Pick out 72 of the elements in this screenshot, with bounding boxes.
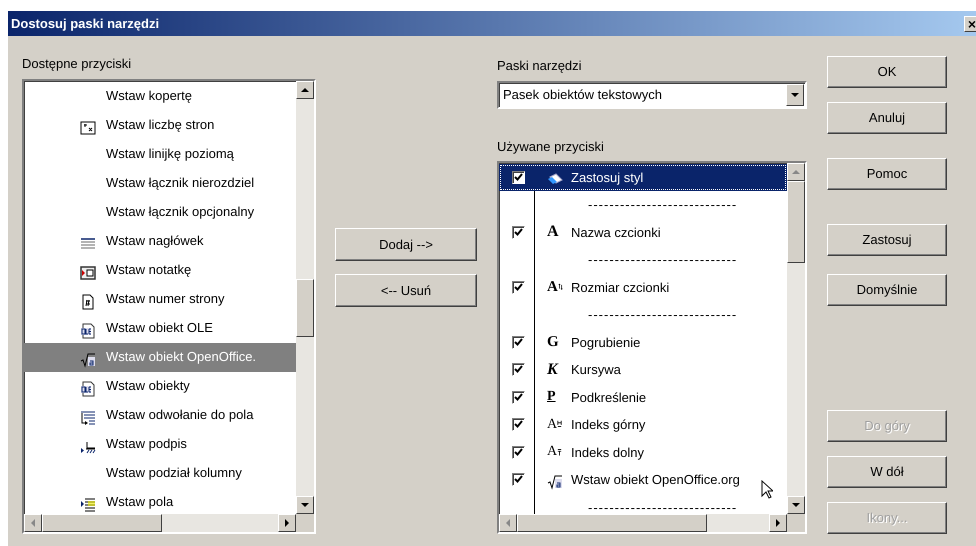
window-title: Dostosuj paski narzędzi <box>11 14 160 33</box>
list-item[interactable]: Wstaw łącznik opcjonalny <box>24 198 296 226</box>
dialog-button[interactable]: Pomoc <box>827 158 947 190</box>
list-item[interactable]: Wstaw liczbę stron <box>24 110 296 140</box>
list-item[interactable]: Wstaw pola <box>24 488 296 516</box>
list-item[interactable]: A Rozmiar czcionki <box>499 274 787 301</box>
underline-icon: P <box>547 388 563 406</box>
list-item[interactable]: Wstaw obiekt OpenOffice. <box>24 342 296 372</box>
list-item[interactable]: P Podkreślenie <box>499 384 787 411</box>
dialog-button[interactable]: Domyślnie <box>827 274 947 306</box>
list-item[interactable]: Wstaw numer strony <box>24 284 296 314</box>
list-item[interactable]: Wstaw linijkę poziomą <box>24 140 296 168</box>
list-item[interactable]: A Indeks dolny <box>499 438 787 466</box>
dialog-button[interactable]: OK <box>827 56 947 88</box>
right-arrow-icon <box>283 518 291 526</box>
down-arrow-icon <box>791 90 799 98</box>
move-button[interactable]: Dodaj --> <box>335 228 477 261</box>
list-item[interactable]: Wstaw podpis <box>24 430 296 458</box>
list-item[interactable]: Wstaw łącznik nierozdziel <box>24 168 296 198</box>
down-arrow-icon <box>301 500 309 508</box>
scrollbar-corner <box>787 514 805 532</box>
list-item[interactable]: Zastosuj styl <box>499 164 787 191</box>
list-item[interactable]: Wstaw notatkę <box>24 256 296 284</box>
scroll-right-button[interactable] <box>278 514 296 532</box>
letter-icon: A <box>547 223 563 242</box>
scroll-right-button[interactable] <box>769 514 787 532</box>
close-button[interactable]: × <box>964 16 976 32</box>
separator-line: ---------------------------- <box>588 251 738 269</box>
list-item[interactable]: Wstaw kopertę <box>24 82 296 110</box>
scroll-up-button[interactable] <box>787 162 805 180</box>
checkbox[interactable] <box>512 170 525 184</box>
mouse-cursor-icon <box>761 478 773 498</box>
scroll-thumb[interactable] <box>517 514 707 532</box>
bold-icon: G <box>547 333 563 352</box>
dialog-button[interactable]: W dół <box>827 456 947 488</box>
scroll-thumb[interactable] <box>787 180 805 262</box>
separator-line: ---------------------------- <box>588 306 738 324</box>
scroll-up-button[interactable] <box>296 80 314 98</box>
dialog-button[interactable]: Zastosuj <box>827 224 947 256</box>
list-label: Dostępne przyciski <box>22 56 132 72</box>
scrollbar-corner <box>296 514 314 532</box>
list-item[interactable]: Wstaw podział kolumny <box>24 458 296 488</box>
list-label: Używane przyciski <box>497 138 605 154</box>
scroll-left-button[interactable] <box>24 514 42 532</box>
down-arrow-icon <box>792 500 800 508</box>
list-item[interactable]: K Kursywa <box>499 356 787 384</box>
toolbar-dropdown[interactable]: Pasek obiektów tekstowych <box>497 80 807 108</box>
scroll-left-button[interactable] <box>499 514 517 532</box>
combo-label: Paski narzędzi <box>497 58 583 74</box>
scroll-thumb[interactable] <box>296 278 314 336</box>
list-item[interactable]: Wstaw odwołanie do pola <box>24 400 296 430</box>
list-item[interactable]: Wstaw obiekt OpenOffice.org <box>499 466 787 494</box>
italic-icon: K <box>547 360 563 379</box>
right-arrow-icon <box>774 518 782 526</box>
scroll-down-button[interactable] <box>296 496 314 514</box>
dialog-button[interactable]: Anuluj <box>827 102 947 134</box>
scroll-down-button[interactable] <box>787 496 805 514</box>
list-item[interactable]: G Pogrubienie <box>499 328 787 356</box>
list-item[interactable]: A Indeks górny <box>499 411 787 438</box>
up-arrow-icon <box>301 86 309 94</box>
list-item[interactable]: Wstaw nagłówek <box>24 226 296 256</box>
dropdown-button[interactable] <box>786 84 804 106</box>
left-arrow-icon <box>29 518 37 526</box>
list-item[interactable]: A Nazwa czcionki <box>499 218 787 246</box>
up-arrow-icon <box>792 168 800 176</box>
separator-line: ---------------------------- <box>588 498 738 516</box>
separator-line: ---------------------------- <box>588 196 738 214</box>
list-item[interactable]: Wstaw obiekty <box>24 372 296 400</box>
move-button[interactable]: <-- Usuń <box>335 274 477 307</box>
left-arrow-icon <box>504 518 512 526</box>
list-item[interactable]: Wstaw obiekt OLE <box>24 314 296 342</box>
scroll-thumb[interactable] <box>42 514 162 532</box>
